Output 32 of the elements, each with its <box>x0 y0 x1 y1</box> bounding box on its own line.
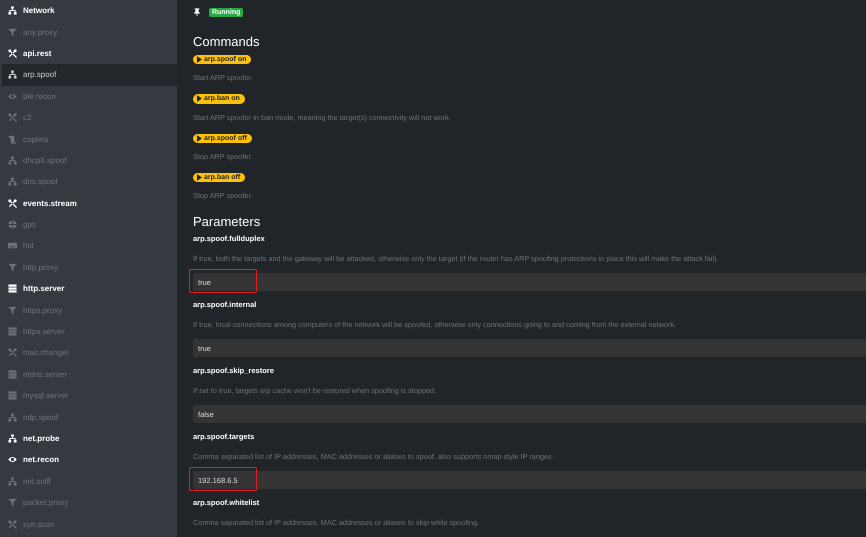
sidebar-item[interactable]: http.server <box>0 278 177 300</box>
play-icon <box>197 56 202 64</box>
play-icon <box>197 134 202 142</box>
sidebar-item[interactable]: dns.spoof <box>0 171 177 193</box>
sidebar-item[interactable]: Network <box>0 0 177 22</box>
play-icon <box>197 95 202 102</box>
sidebar-item[interactable]: arp.spoof <box>2 64 177 86</box>
sidebar-item[interactable]: net.probe <box>0 428 177 450</box>
sidebar-item[interactable]: api.rest <box>0 42 177 64</box>
sidebar-item[interactable]: https.server <box>0 320 177 342</box>
sidebar-item[interactable]: ble.recon <box>0 86 177 107</box>
play-icon <box>197 174 202 181</box>
sidebar-item[interactable]: https.proxy <box>0 299 177 321</box>
sidebar-item[interactable]: ndp.spoof <box>0 406 177 428</box>
sidebar-item[interactable]: syn.scan <box>0 513 177 535</box>
sidebar-item[interactable]: net.sniff <box>0 470 177 492</box>
sidebar-item[interactable]: http.proxy <box>0 256 177 278</box>
sidebar-item[interactable]: hid <box>0 235 177 257</box>
section-heading: Parameters <box>193 214 260 230</box>
sidebar-item[interactable]: events.stream <box>0 192 177 214</box>
sidebar-item[interactable]: mac.changer <box>0 342 177 364</box>
sidebar-item[interactable]: mdns.server <box>0 364 177 386</box>
sidebar-item[interactable]: dhcp6.spoof <box>0 150 177 172</box>
section-heading: Commands <box>193 34 260 50</box>
pin-icon[interactable] <box>193 8 201 16</box>
sidebar-item[interactable]: any.proxy <box>0 21 177 43</box>
sidebar-item[interactable]: gps <box>0 214 177 236</box>
sidebar-item[interactable]: c2 <box>0 106 177 128</box>
sidebar-item[interactable]: caplets <box>0 128 177 150</box>
sidebar-item[interactable]: net.recon <box>0 449 177 471</box>
sidebar-item[interactable]: packet.proxy <box>0 492 177 514</box>
sidebar-item[interactable]: mysql.server <box>0 385 177 406</box>
